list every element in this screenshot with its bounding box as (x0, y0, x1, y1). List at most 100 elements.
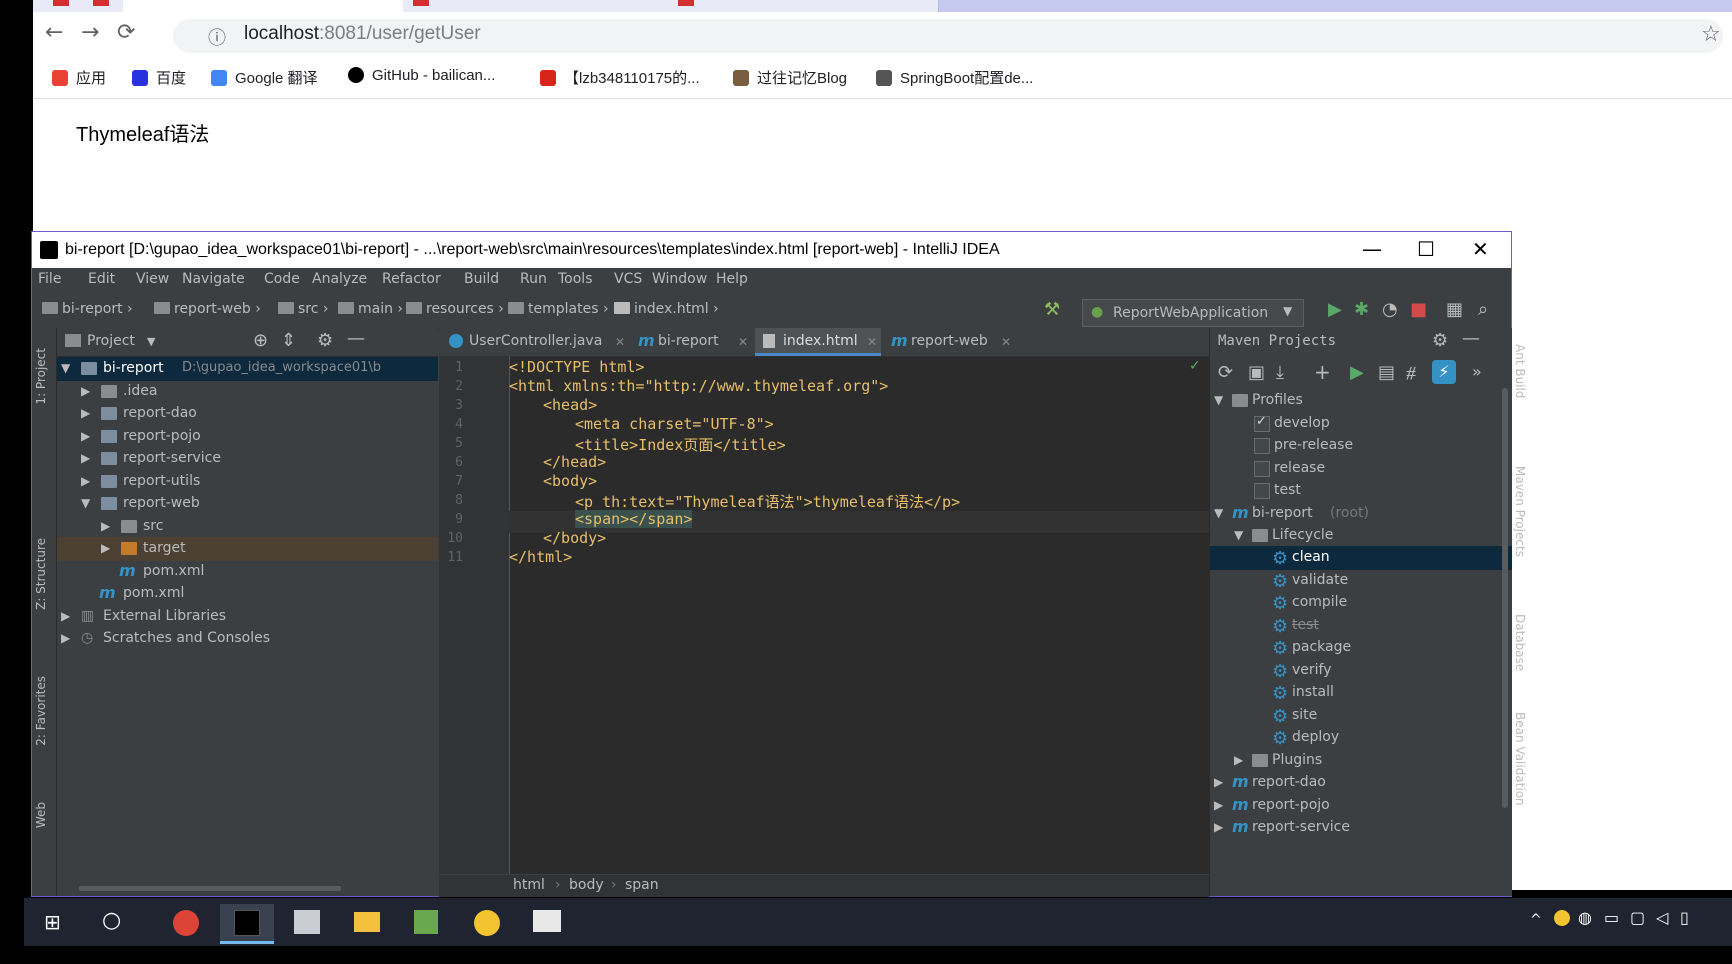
code-line-4[interactable]: <meta charset="UTF-8"> (575, 415, 774, 433)
chevron-right-icon[interactable]: ▶ (81, 406, 90, 420)
project-structure-icon[interactable]: ▦ (1446, 299, 1463, 320)
menu-run[interactable]: Run (520, 271, 547, 287)
tool-tab-structure[interactable]: Z: Structure (34, 538, 48, 610)
taskbar-app-window[interactable] (280, 904, 334, 944)
lifecycle-site[interactable]: ⚙ site (1210, 704, 1512, 728)
maven-lifecycle[interactable]: ▼ Lifecycle (1210, 524, 1512, 548)
chevron-right-icon[interactable]: ▶ (101, 541, 110, 555)
menu-navigate[interactable]: Navigate (182, 271, 245, 287)
menu-window[interactable]: Window (652, 271, 707, 287)
editor-crumb-html[interactable]: html (513, 877, 545, 893)
maven-root-bi-report[interactable]: ▼ m bi-report (root) (1210, 502, 1512, 526)
tree-item-scratches[interactable]: ▶ ◷ Scratches and Consoles (57, 627, 438, 651)
chevron-right-icon[interactable]: ▶ (61, 609, 70, 623)
profile-test[interactable]: test (1210, 479, 1512, 503)
search-icon[interactable]: ⌕ (1478, 299, 1488, 320)
maven-plugins[interactable]: ▶ Plugins (1210, 749, 1512, 773)
cortana-search-icon[interactable]: ○ (102, 908, 121, 933)
tree-item-report-dao[interactable]: ▶ report-dao (57, 402, 438, 426)
bookmark-apps[interactable]: 应用 (52, 67, 106, 88)
forward-arrow-icon[interactable]: → (81, 20, 99, 45)
gear-icon[interactable]: ⚙ (317, 330, 333, 351)
tree-item-report-service[interactable]: ▶ report-service (57, 447, 438, 471)
reimport-icon[interactable]: ⟳ (1218, 362, 1233, 383)
menu-edit[interactable]: Edit (88, 271, 115, 287)
hide-panel-icon[interactable]: — (347, 328, 365, 349)
chevron-right-icon[interactable]: ▶ (81, 429, 90, 443)
run-maven-build-icon[interactable]: ▶ (1350, 362, 1364, 383)
chevron-right-icon[interactable]: ▶ (81, 384, 90, 398)
lifecycle-clean[interactable]: ⚙ clean (1210, 546, 1512, 570)
code-line-6[interactable]: </head> (543, 453, 606, 471)
breadcrumb-report-web[interactable]: report-web › (154, 301, 261, 317)
menu-help[interactable]: Help (716, 271, 748, 287)
volume-icon[interactable]: ◁ (1656, 908, 1668, 927)
chevron-right-icon[interactable]: ▶ (1234, 753, 1243, 767)
tree-item-target[interactable]: ▶ target (57, 537, 438, 561)
breadcrumb-bi-report[interactable]: bi-report › (42, 301, 133, 317)
menu-view[interactable]: View (136, 271, 169, 287)
chevron-right-icon[interactable]: ▶ (1214, 820, 1223, 834)
reload-icon[interactable]: ⟳ (117, 20, 135, 45)
close-tab-icon[interactable]: ✕ (1001, 335, 1011, 349)
tab-report-web[interactable]: m report-web ✕ (885, 328, 1015, 356)
lifecycle-verify[interactable]: ⚙ verify (1210, 659, 1512, 683)
code-line-8[interactable]: <p th:text="Thymeleaf语法">thymeleaf语法</p> (575, 491, 960, 512)
chevron-down-icon[interactable]: ▼ (147, 335, 155, 348)
browser-tab[interactable] (403, 0, 669, 12)
taskbar-image-app[interactable] (400, 904, 454, 944)
editor-crumb-body[interactable]: body (569, 877, 604, 893)
breadcrumb-index-html[interactable]: index.html › (614, 301, 719, 317)
build-hammer-icon[interactable]: ⚒ (1044, 299, 1060, 320)
lifecycle-test[interactable]: ⚙ test (1210, 614, 1512, 638)
coverage-icon[interactable]: ◔ (1382, 299, 1398, 320)
skip-tests-icon[interactable]: ⚡ (1432, 360, 1456, 384)
browser-tab[interactable] (33, 0, 124, 12)
battery-icon[interactable]: ▭ (1604, 908, 1619, 927)
breadcrumb-resources[interactable]: resources › (406, 301, 504, 317)
toggle-offline-icon[interactable]: ⧣ (1406, 362, 1416, 383)
tree-item-report-pojo[interactable]: ▶ report-pojo (57, 425, 438, 449)
chevron-down-icon[interactable]: ▼ (1214, 506, 1223, 520)
tray-chevron-up-icon[interactable]: ^ (1530, 912, 1542, 928)
collapse-all-icon[interactable]: ⇕ (281, 330, 296, 351)
tree-item-idea[interactable]: ▶ .idea (57, 380, 438, 404)
bookmark-google-translate[interactable]: Google 翻译 (211, 67, 318, 88)
menu-tools[interactable]: Tools (558, 271, 593, 287)
debug-icon[interactable]: ✱ (1354, 299, 1369, 320)
chevron-down-icon[interactable]: ▼ (1214, 393, 1223, 407)
profile-release[interactable]: release (1210, 457, 1512, 481)
chevron-right-icon[interactable]: ▶ (1214, 798, 1223, 812)
profile-pre-release[interactable]: pre-release (1210, 434, 1512, 458)
code-line-7[interactable]: <body> (543, 472, 597, 490)
tool-tab-bean-validation[interactable]: Bean Validation (1513, 712, 1527, 806)
add-maven-project-icon[interactable]: + (1314, 360, 1331, 384)
editor-crumb-span[interactable]: span (625, 877, 659, 893)
code-line-2[interactable]: <html xmlns:th="http://www.thymeleaf.org… (509, 377, 888, 395)
hide-panel-icon[interactable]: — (1462, 328, 1480, 349)
chevron-right-icon[interactable]: ▶ (101, 519, 110, 533)
code-line-1[interactable]: <!DOCTYPE html> (509, 358, 644, 376)
chevron-down-icon[interactable]: ▼ (81, 496, 90, 510)
menu-code[interactable]: Code (264, 271, 300, 287)
tab-bi-report[interactable]: m bi-report ✕ (634, 328, 752, 356)
maven-module-report-service[interactable]: ▶ m report-service (1210, 816, 1512, 840)
maven-module-report-dao[interactable]: ▶ m report-dao (1210, 771, 1512, 795)
bookmark-csdn[interactable]: 【lzb348110175的... (540, 67, 700, 88)
close-tab-icon[interactable]: ✕ (738, 335, 748, 349)
menu-build[interactable]: Build (464, 271, 499, 287)
tool-tab-web[interactable]: Web (34, 802, 48, 828)
bookmark-springboot[interactable]: SpringBoot配置de... (876, 67, 1033, 88)
tree-item-report-utils[interactable]: ▶ report-utils (57, 470, 438, 494)
more-actions-icon[interactable]: » (1472, 362, 1482, 381)
tray-app-icon[interactable] (1554, 910, 1570, 926)
bookmark-baidu[interactable]: 百度 (132, 67, 186, 88)
tree-item-src[interactable]: ▶ src (57, 515, 438, 539)
browser-tab[interactable] (668, 0, 939, 12)
chevron-right-icon[interactable]: ▶ (81, 451, 90, 465)
close-icon[interactable]: ✕ (1472, 237, 1489, 261)
chevron-right-icon[interactable]: ▶ (61, 631, 70, 645)
execute-goal-icon[interactable]: ▤ (1378, 362, 1395, 383)
close-tab-icon[interactable]: ✕ (615, 335, 625, 349)
run-icon[interactable]: ▶ (1328, 299, 1342, 320)
